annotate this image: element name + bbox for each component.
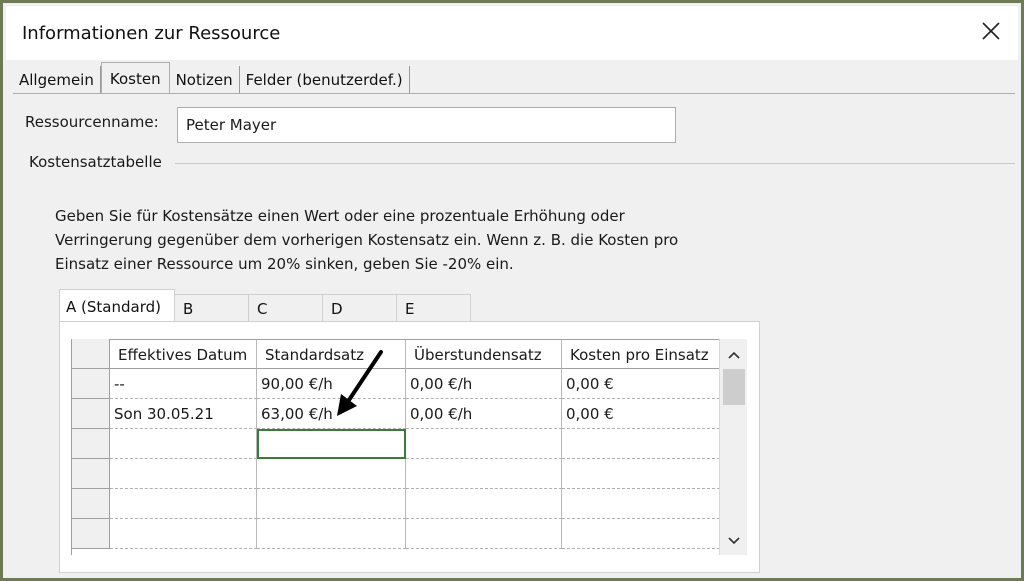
grid-header-row: Effektives Datum Standardsatz Überstunde… bbox=[72, 339, 719, 369]
dialog-window: Informationen zur Ressource Allgemein Ko… bbox=[0, 0, 1024, 581]
effective-date-cell[interactable] bbox=[110, 459, 257, 489]
tab-kosten[interactable]: Kosten bbox=[100, 62, 170, 94]
tab-felder[interactable]: Felder (benutzerdef.) bbox=[240, 66, 410, 94]
overtime-rate-cell[interactable] bbox=[406, 459, 562, 489]
tab-allgemein[interactable]: Allgemein bbox=[13, 66, 101, 94]
column-header-effective-date[interactable]: Effektives Datum bbox=[110, 339, 257, 369]
select-all-corner[interactable] bbox=[72, 339, 110, 369]
cost-per-use-cell[interactable]: 0,00 € bbox=[562, 369, 719, 399]
scroll-down-button[interactable] bbox=[720, 527, 748, 555]
dialog-tabs: Allgemein Kosten Notizen Felder (benutze… bbox=[13, 62, 410, 94]
cost-per-use-cell[interactable] bbox=[562, 519, 719, 549]
tab-divider bbox=[13, 93, 1015, 94]
overtime-rate-cell[interactable]: 0,00 €/h bbox=[406, 369, 562, 399]
resource-name-input[interactable]: Peter Mayer bbox=[177, 107, 676, 143]
description-line: Einsatz einer Ressource um 20% sinken, g… bbox=[55, 255, 514, 273]
table-row bbox=[72, 429, 719, 459]
cost-per-use-cell[interactable]: 0,00 € bbox=[562, 399, 719, 429]
rate-grid: Effektives Datum Standardsatz Überstunde… bbox=[71, 339, 719, 555]
table-row bbox=[72, 489, 719, 519]
cost-table-group-label: Kostensatztabelle bbox=[29, 153, 162, 171]
table-row: -- 90,00 €/h 0,00 €/h 0,00 € bbox=[72, 369, 719, 399]
scroll-thumb[interactable] bbox=[723, 369, 745, 405]
standard-rate-cell[interactable] bbox=[257, 519, 406, 549]
effective-date-cell[interactable]: -- bbox=[110, 369, 257, 399]
cost-per-use-cell[interactable] bbox=[562, 459, 719, 489]
overtime-rate-cell[interactable] bbox=[406, 489, 562, 519]
scroll-up-button[interactable] bbox=[720, 341, 748, 369]
rate-tab-b[interactable]: B bbox=[175, 294, 249, 323]
overtime-rate-cell[interactable]: 0,00 €/h bbox=[406, 399, 562, 429]
row-header[interactable] bbox=[72, 489, 110, 519]
rate-table-tabs: A (Standard) B C D E bbox=[59, 289, 471, 323]
close-button[interactable] bbox=[978, 18, 1004, 44]
chevron-down-icon bbox=[728, 537, 740, 545]
standard-rate-cell[interactable] bbox=[257, 489, 406, 519]
table-row: Son 30.05.21 63,00 €/h 0,00 €/h 0,00 € bbox=[72, 399, 719, 429]
overtime-rate-cell[interactable] bbox=[406, 429, 562, 459]
close-icon bbox=[982, 22, 1000, 40]
row-header[interactable] bbox=[72, 459, 110, 489]
rate-tab-d[interactable]: D bbox=[323, 294, 397, 323]
cost-table-description: Geben Sie für Kostensätze einen Wert ode… bbox=[55, 204, 755, 276]
column-header-cost-per-use[interactable]: Kosten pro Einsatz bbox=[562, 339, 719, 369]
effective-date-cell[interactable] bbox=[110, 429, 257, 459]
row-header[interactable] bbox=[72, 519, 110, 549]
standard-rate-cell-selected[interactable] bbox=[257, 429, 406, 459]
rate-tab-a[interactable]: A (Standard) bbox=[59, 289, 175, 323]
description-line: Verringerung gegenüber dem vorherigen Ko… bbox=[55, 231, 679, 249]
effective-date-cell[interactable]: Son 30.05.21 bbox=[110, 399, 257, 429]
description-line: Geben Sie für Kostensätze einen Wert ode… bbox=[55, 207, 625, 225]
table-row bbox=[72, 459, 719, 489]
column-header-overtime-rate[interactable]: Überstundensatz bbox=[406, 339, 562, 369]
title-bar: Informationen zur Ressource bbox=[6, 6, 1018, 60]
vertical-scrollbar[interactable] bbox=[719, 339, 747, 555]
effective-date-cell[interactable] bbox=[110, 519, 257, 549]
cost-per-use-cell[interactable] bbox=[562, 429, 719, 459]
rate-tab-c[interactable]: C bbox=[249, 294, 323, 323]
resource-name-label: Ressourcenname: bbox=[25, 113, 159, 131]
annotation-arrow-icon bbox=[337, 350, 383, 416]
row-header[interactable] bbox=[72, 399, 110, 429]
overtime-rate-cell[interactable] bbox=[406, 519, 562, 549]
row-header[interactable] bbox=[72, 369, 110, 399]
tab-notizen[interactable]: Notizen bbox=[170, 66, 240, 94]
effective-date-cell[interactable] bbox=[110, 489, 257, 519]
dialog-title: Informationen zur Ressource bbox=[22, 23, 281, 44]
group-divider bbox=[175, 163, 1015, 164]
table-row bbox=[72, 519, 719, 549]
chevron-up-icon bbox=[728, 351, 740, 359]
row-header[interactable] bbox=[72, 429, 110, 459]
rate-tab-e[interactable]: E bbox=[397, 294, 471, 323]
cost-per-use-cell[interactable] bbox=[562, 489, 719, 519]
standard-rate-cell[interactable] bbox=[257, 459, 406, 489]
